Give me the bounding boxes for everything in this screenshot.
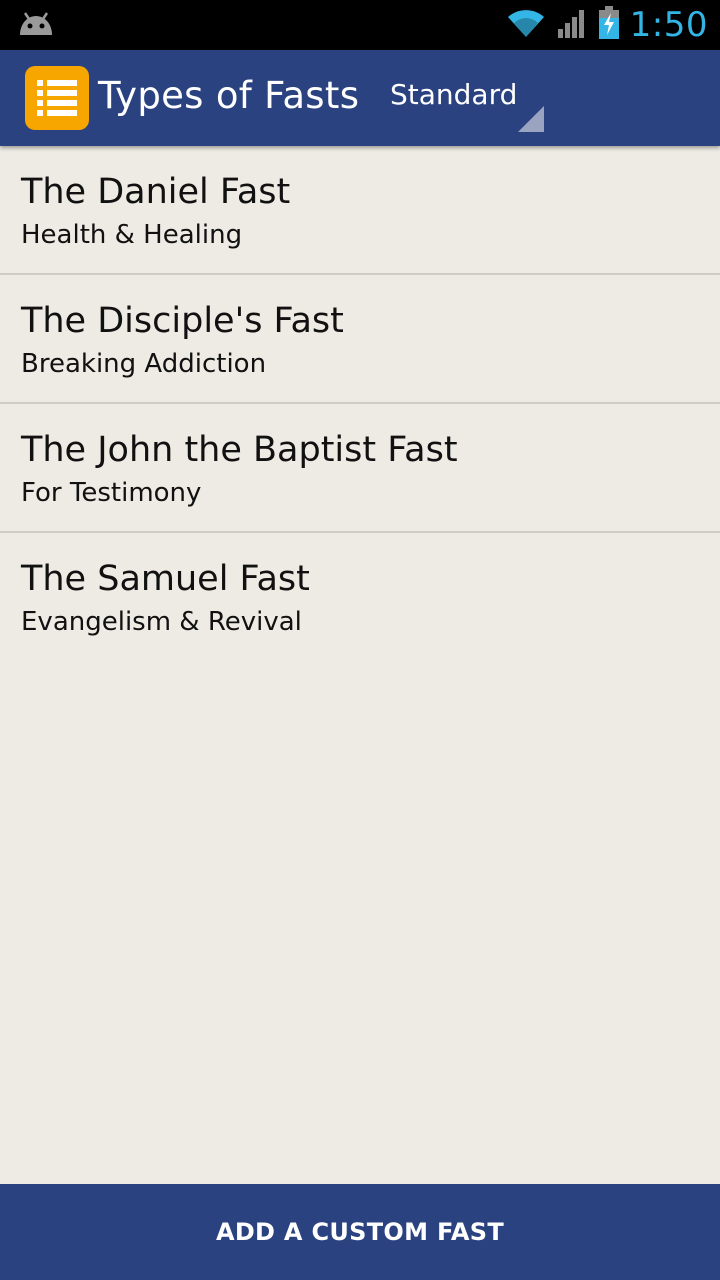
list-item-john-the-baptist-fast[interactable]: The John the Baptist Fast For Testimony xyxy=(0,404,720,533)
list-item-subtitle: Breaking Addiction xyxy=(21,349,267,379)
spinner-arrow-icon xyxy=(518,106,544,132)
wifi-icon xyxy=(506,7,546,43)
battery-charging-icon xyxy=(598,6,620,44)
fast-type-spinner[interactable]: Standard xyxy=(380,64,546,134)
list-item-subtitle: Evangelism & Revival xyxy=(21,607,302,637)
android-icon xyxy=(16,9,56,41)
list-item-samuel-fast[interactable]: The Samuel Fast Evangelism & Revival xyxy=(0,533,720,662)
list-item-disciples-fast[interactable]: The Disciple's Fast Breaking Addiction xyxy=(0,275,720,404)
list-icon[interactable] xyxy=(25,66,89,130)
list-item-title: The John the Baptist Fast xyxy=(21,430,458,470)
fast-list: The Daniel Fast Health & Healing The Dis… xyxy=(0,146,720,662)
list-item-daniel-fast[interactable]: The Daniel Fast Health & Healing xyxy=(0,146,720,275)
add-custom-fast-button[interactable]: ADD A CUSTOM FAST xyxy=(0,1184,720,1280)
page-title: Types of Fasts xyxy=(98,74,360,117)
list-item-title: The Disciple's Fast xyxy=(21,301,344,341)
status-bar: 1:50 xyxy=(0,0,720,50)
spinner-selected-value: Standard xyxy=(390,78,518,111)
signal-icon xyxy=(556,7,588,43)
list-item-subtitle: Health & Healing xyxy=(21,220,243,250)
status-time: 1:50 xyxy=(629,5,708,45)
list-item-title: The Samuel Fast xyxy=(21,559,310,599)
list-item-title: The Daniel Fast xyxy=(21,172,291,212)
list-item-subtitle: For Testimony xyxy=(21,478,202,508)
action-bar: Types of Fasts Standard xyxy=(0,50,720,146)
